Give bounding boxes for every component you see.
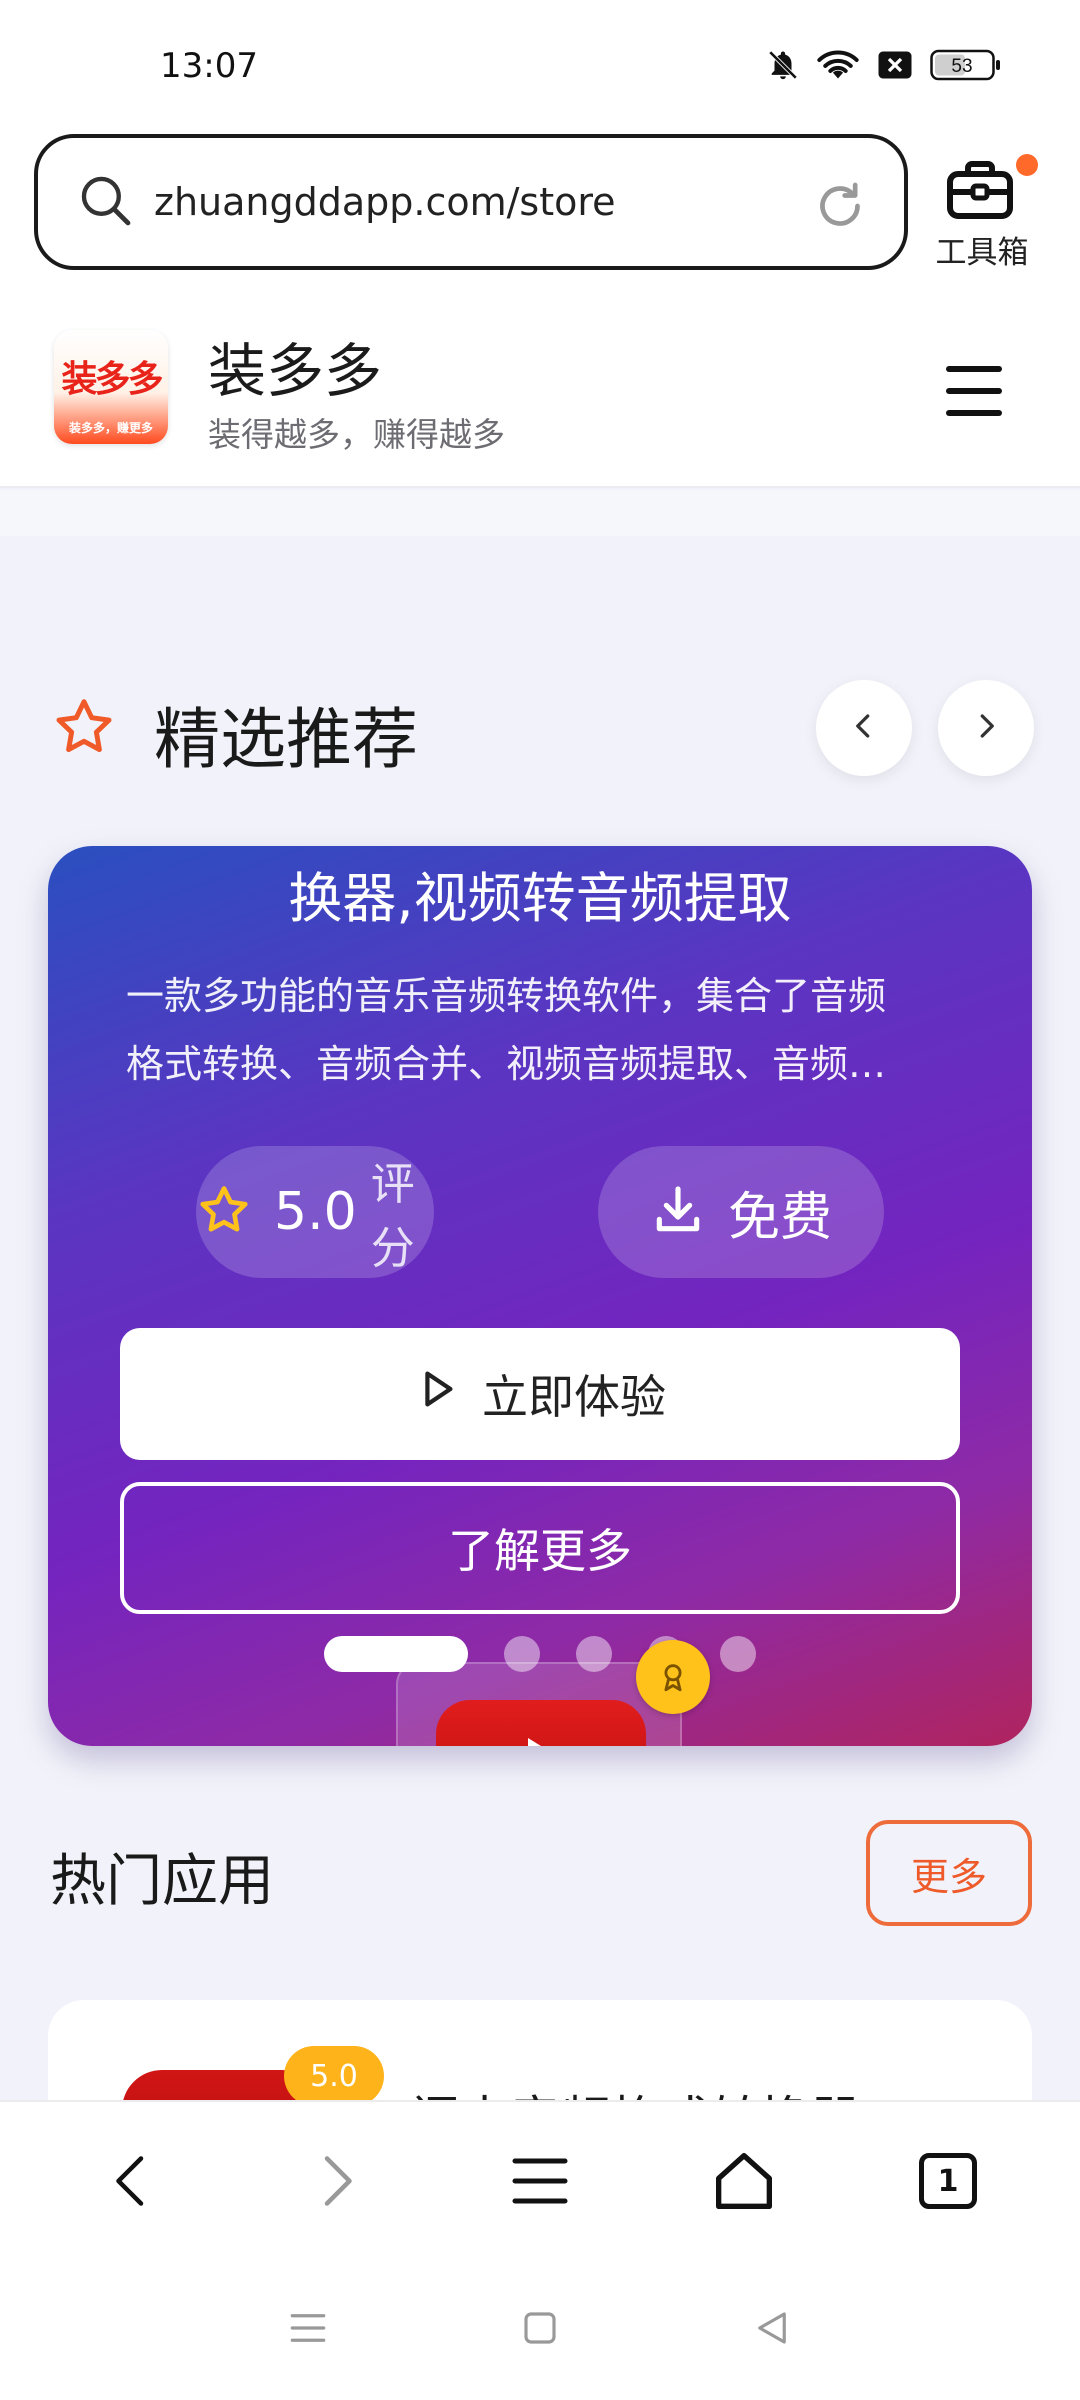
try-now-label: 立即体验 [482, 1370, 666, 1424]
download-icon [650, 1182, 706, 1242]
toolbox-icon [944, 158, 1016, 226]
browser-bottom-nav: 1 [0, 2100, 1080, 2260]
status-icons: 53 [766, 48, 1002, 82]
toolbox-label: 工具箱 [935, 235, 1029, 271]
notification-dot [1016, 154, 1038, 176]
play-icon [414, 1366, 460, 1423]
site-logo[interactable]: 装多多 装多多，赚更多 [54, 330, 168, 444]
app-icon-red [436, 1700, 646, 1746]
star-icon [50, 694, 118, 764]
back-triangle-icon[interactable] [751, 2307, 793, 2353]
home-icon[interactable] [694, 2131, 794, 2231]
logo-subtext: 装多多，赚更多 [68, 421, 153, 435]
award-badge-icon [636, 1640, 710, 1714]
status-time: 13:07 [160, 46, 258, 86]
carousel-dot[interactable] [720, 1636, 756, 1672]
play-icon [528, 1738, 554, 1746]
site-slogan: 装得越多，赚得越多 [208, 415, 505, 454]
learn-more-label: 了解更多 [448, 1524, 632, 1578]
site-header: 装多多 装多多，赚更多 装多多 装得越多，赚得越多 [0, 296, 1080, 488]
recents-icon[interactable] [287, 2307, 329, 2353]
featured-header: 精选推荐 [50, 680, 1036, 780]
star-icon [196, 1182, 252, 1242]
learn-more-button[interactable]: 了解更多 [120, 1482, 960, 1614]
wifi-icon [816, 48, 860, 82]
hamburger-menu-icon[interactable] [946, 366, 1002, 416]
slide-description-line: 一款多功能的音乐音频转换软件，集合了音频 [126, 974, 887, 1018]
back-icon[interactable] [82, 2131, 182, 2231]
featured-carousel-slide[interactable]: 换器,视频转音频提取 一款多功能的音乐音频转换软件，集合了音频 格式转换、音频合… [48, 846, 1032, 1746]
rating-label: 评分 [370, 1159, 415, 1274]
forward-icon[interactable] [286, 2131, 386, 2231]
no-sim-icon [876, 50, 914, 80]
battery-icon: 53 [930, 49, 1002, 81]
carousel-dot-active[interactable] [324, 1636, 468, 1672]
logo-text: 装多多 [61, 359, 163, 400]
try-now-button[interactable]: 立即体验 [120, 1328, 960, 1460]
rating-pill: 5.0 评分 [196, 1146, 434, 1278]
url-text[interactable]: zhuangddapp.com/store [154, 180, 904, 224]
more-button[interactable]: 更多 [866, 1820, 1032, 1926]
carousel-dot[interactable] [504, 1636, 540, 1672]
home-square-icon[interactable] [519, 2307, 561, 2353]
chevron-left-icon [849, 711, 879, 745]
app-score-badge: 5.0 [284, 2046, 384, 2106]
status-bar: 13:07 53 [0, 0, 1080, 128]
reload-icon[interactable] [812, 178, 868, 238]
toolbox-button[interactable]: 工具箱 [920, 142, 1044, 272]
price-pill: 免费 [598, 1146, 884, 1278]
system-nav-bar [0, 2260, 1080, 2400]
slide-description: 一款多功能的音乐音频转换软件，集合了音频 格式转换、音频合并、视频音频提取、音频… [126, 962, 956, 1098]
slide-description-line: 格式转换、音频合并、视频音频提取、音频… [126, 1042, 887, 1086]
carousel-next-button[interactable] [938, 680, 1034, 776]
hot-apps-title: 热门应用 [50, 1849, 274, 1914]
bell-off-icon [766, 48, 800, 82]
price-label: 免费 [727, 1187, 832, 1248]
tab-count: 1 [919, 2153, 977, 2209]
carousel-dot[interactable] [576, 1636, 612, 1672]
slide-title: 换器,视频转音频提取 [288, 867, 792, 930]
carousel-prev-button[interactable] [816, 680, 912, 776]
url-bar[interactable]: zhuangddapp.com/store [34, 134, 908, 270]
divider-band [0, 490, 1080, 536]
site-name: 装多多 [208, 337, 383, 405]
battery-level: 53 [951, 56, 972, 77]
browser-bar: zhuangddapp.com/store 工具箱 [0, 128, 1080, 296]
chevron-right-icon [971, 711, 1001, 745]
featured-title: 精选推荐 [154, 701, 418, 778]
menu-icon[interactable] [490, 2131, 590, 2231]
tabs-button[interactable]: 1 [898, 2131, 998, 2231]
rating-value: 5.0 [274, 1182, 357, 1242]
search-icon [76, 171, 134, 233]
